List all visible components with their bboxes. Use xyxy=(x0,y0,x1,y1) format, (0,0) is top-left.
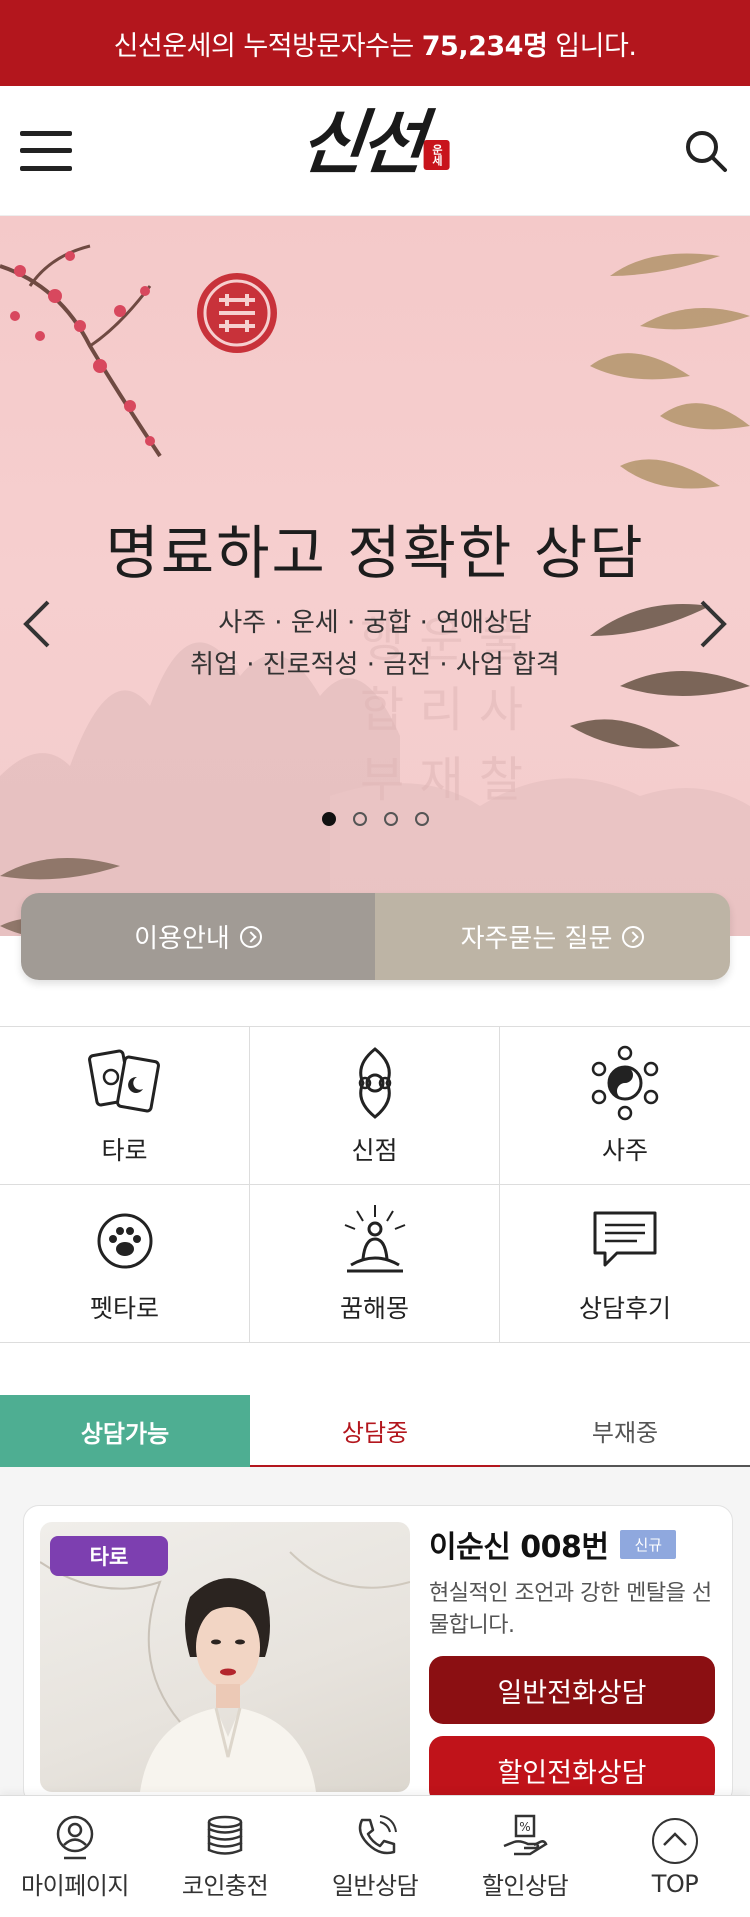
category-grid: 타로 신점 사주 펫타로 꿈해몽 상담후기 xyxy=(0,1026,750,1343)
counselor-description: 현실적인 조언과 강한 멘탈을 선물합니다. xyxy=(429,1581,712,1638)
nav-label: 코인충전 xyxy=(181,1872,269,1900)
hero-banner[interactable]: 행 운 풀합 리 사부 재 찰 명료하고 정확한 상담 사주 · 운세 · 궁합… xyxy=(0,216,750,936)
slide-dot-3[interactable] xyxy=(383,812,398,826)
slide-prev-arrow-icon[interactable] xyxy=(18,596,58,652)
slide-dot-4[interactable] xyxy=(414,812,429,826)
category-saju[interactable]: 사주 xyxy=(500,1027,750,1185)
faq-label: 자주묻는 질문 xyxy=(460,924,613,954)
nav-label: 마이페이지 xyxy=(21,1872,129,1900)
circle-arrow-icon xyxy=(239,925,262,948)
hero-title: 명료하고 정확한 상담 xyxy=(105,519,645,587)
search-icon[interactable] xyxy=(682,127,730,175)
category-label: 타로 xyxy=(101,1135,148,1165)
nav-coin-charge[interactable]: 코인충전 xyxy=(150,1796,300,1917)
discount-hand-icon: % xyxy=(503,1814,548,1856)
status-tabs: 상담가능 상담중 부재중 xyxy=(0,1395,750,1467)
nav-normal-consult[interactable]: 일반상담 xyxy=(300,1796,450,1917)
usage-guide-button[interactable]: 이용안내 xyxy=(21,893,375,980)
paw-icon xyxy=(97,1213,152,1268)
tab-in-session[interactable]: 상담중 xyxy=(250,1395,500,1467)
hamburger-menu-icon[interactable] xyxy=(20,130,72,171)
counselor-photo[interactable]: 타로 xyxy=(40,1522,410,1792)
category-label: 신점 xyxy=(351,1135,398,1165)
svg-text:%: % xyxy=(519,1820,530,1834)
meditation-icon xyxy=(344,1204,405,1272)
category-label: 사주 xyxy=(601,1135,648,1165)
hero-subtitle: 사주 · 운세 · 궁합 · 연애상담 취업 · 진로적성 · 금전 · 사업 … xyxy=(0,602,750,686)
discount-call-button[interactable]: 할인전화상담 xyxy=(429,1736,715,1804)
category-tarot[interactable]: 타로 xyxy=(0,1027,250,1185)
nav-discount-consult[interactable]: % 할인상담 xyxy=(450,1796,600,1917)
bamboo-decoration-right xyxy=(570,253,750,749)
visitor-count: 75,234명 xyxy=(421,30,548,62)
bottom-nav: 마이페이지 코인충전 일반상담 % 할인상담 TOP xyxy=(0,1795,750,1917)
counselor-name: 이순신 008번 xyxy=(429,1530,609,1565)
normal-call-button[interactable]: 일반전화상담 xyxy=(429,1656,715,1724)
hero-subtitle-line1: 사주 · 운세 · 궁합 · 연애상담 xyxy=(218,608,532,638)
guide-buttons: 이용안내 자주묻는 질문 xyxy=(21,893,730,980)
category-badge: 타로 xyxy=(50,1536,168,1576)
arrow-up-circle-icon xyxy=(652,1817,698,1864)
slide-dot-1[interactable] xyxy=(321,812,336,826)
nav-top[interactable]: TOP xyxy=(600,1796,750,1917)
user-icon xyxy=(56,1815,94,1860)
hero-subtitle-line2: 취업 · 진로적성 · 금전 · 사업 합격 xyxy=(190,650,560,680)
tarot-cards-icon xyxy=(87,1049,160,1112)
category-pet-tarot[interactable]: 펫타로 xyxy=(0,1185,250,1343)
nav-mypage[interactable]: 마이페이지 xyxy=(0,1796,150,1917)
svg-text:부 재 찰: 부 재 찰 xyxy=(360,752,523,808)
name-row: 이순신 008번 신규 xyxy=(429,1522,719,1566)
yin-yang-icon xyxy=(591,1045,659,1120)
category-dream[interactable]: 꿈해몽 xyxy=(250,1185,500,1343)
category-label: 펫타로 xyxy=(89,1293,159,1323)
faq-button[interactable]: 자주묻는 질문 xyxy=(375,893,730,980)
category-label: 꿈해몽 xyxy=(339,1293,409,1323)
circle-arrow-icon xyxy=(622,925,645,948)
shinjeom-icon xyxy=(358,1046,391,1119)
notice-suffix: 입니다. xyxy=(555,30,637,62)
logo[interactable]: 신선 운세 xyxy=(296,101,450,184)
nav-label: 할인상담 xyxy=(481,1872,569,1900)
phone-icon xyxy=(358,1815,397,1855)
notice-prefix: 신선운세의 누적방문자수는 xyxy=(113,30,415,62)
slide-next-arrow-icon[interactable] xyxy=(692,596,732,652)
slide-indicators xyxy=(0,812,750,826)
counselor-list: 타로 이순신 008번 신규 현실적인 조언과 강한 멘탈을 선물합니다. 일반… xyxy=(0,1467,750,1805)
visitor-notice-bar: 신선운세의 누적방문자수는 75,234명 입니다. xyxy=(0,0,750,86)
speech-bubble-icon xyxy=(593,1211,657,1266)
nav-label: TOP xyxy=(651,1869,699,1898)
slide-dot-2[interactable] xyxy=(352,812,367,826)
svg-text:합 리 사: 합 리 사 xyxy=(360,682,523,738)
logo-text: 신선 xyxy=(296,101,426,184)
category-label: 상담후기 xyxy=(578,1293,671,1323)
tab-available[interactable]: 상담가능 xyxy=(0,1395,250,1467)
coins-icon xyxy=(207,1815,243,1855)
logo-seal: 운세 xyxy=(423,140,450,170)
counselor-card[interactable]: 타로 이순신 008번 신규 현실적인 조언과 강한 멘탈을 선물합니다. 일반… xyxy=(23,1505,733,1805)
red-seal-emblem xyxy=(197,273,277,353)
category-reviews[interactable]: 상담후기 xyxy=(500,1185,750,1343)
category-shinjeom[interactable]: 신점 xyxy=(250,1027,500,1185)
tab-absent[interactable]: 부재중 xyxy=(500,1395,750,1467)
plum-blossom-decoration xyxy=(0,244,162,458)
new-badge: 신규 xyxy=(620,1529,677,1559)
header: 신선 운세 xyxy=(0,86,750,216)
nav-label: 일반상담 xyxy=(331,1872,419,1900)
usage-guide-label: 이용안내 xyxy=(134,924,230,954)
counselor-info: 이순신 008번 신규 현실적인 조언과 강한 멘탈을 선물합니다. 일반전화상… xyxy=(429,1522,719,1804)
app-page: 신선운세의 누적방문자수는 75,234명 입니다. 신선 운세 행 운 풀합 … xyxy=(0,0,750,1917)
